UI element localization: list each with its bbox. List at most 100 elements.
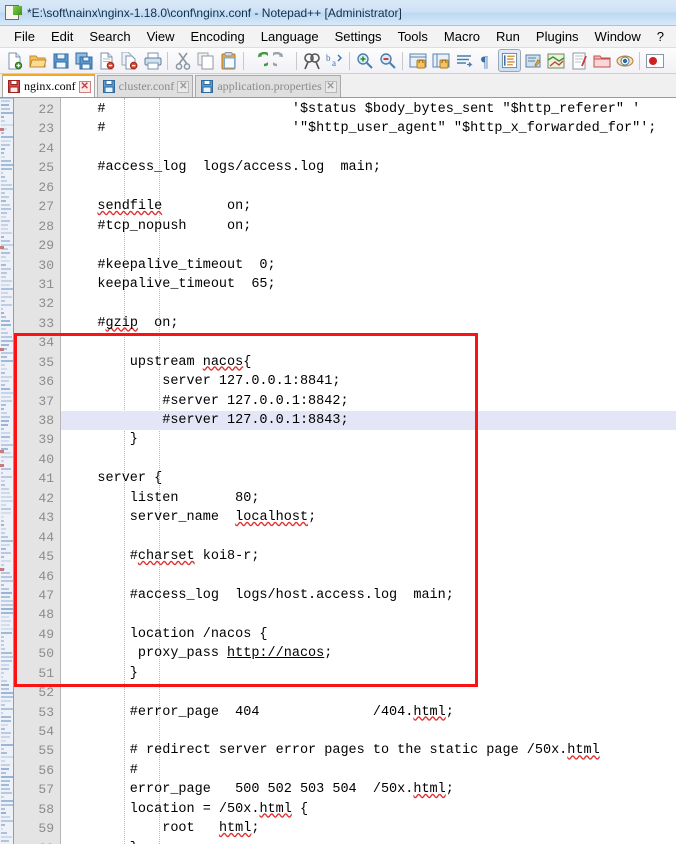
sync-horizontal-scroll-icon[interactable] [429, 49, 452, 72]
menu-item-tools[interactable]: Tools [390, 27, 436, 46]
tab-application-properties[interactable]: application.properties ✕ [195, 75, 341, 97]
code-line[interactable] [61, 139, 676, 158]
redo-icon[interactable] [270, 49, 293, 72]
tab-nginx-conf[interactable]: nginx.conf ✕ [2, 74, 95, 97]
monitoring-icon[interactable] [613, 49, 636, 72]
save-icon[interactable] [49, 49, 72, 72]
close-file-icon[interactable] [95, 49, 118, 72]
line-number: 46 [38, 568, 54, 584]
code-line[interactable]: #keepalive_timeout 0; [61, 256, 676, 275]
start-record-macro-icon[interactable] [643, 49, 666, 72]
toolbar: ba ¶ [0, 48, 676, 74]
tab-label: application.properties [217, 79, 322, 93]
code-line[interactable]: proxy_pass http://nacos; [61, 644, 676, 663]
svg-text:¶: ¶ [481, 54, 489, 70]
menu-item-language[interactable]: Language [253, 27, 327, 46]
folder-as-workspace-icon[interactable] [590, 49, 613, 72]
code-line[interactable]: # '$status $body_bytes_sent "$http_refer… [61, 100, 676, 119]
saved-doc-blue-icon [201, 80, 214, 93]
toolbar-separator [639, 51, 640, 70]
code-line[interactable]: location /nacos { [61, 625, 676, 644]
close-icon[interactable]: ✕ [177, 80, 190, 93]
menu-item-run[interactable]: Run [488, 27, 528, 46]
code-line[interactable]: error_page 500 502 503 504 /50x.html; [61, 780, 676, 799]
code-line[interactable] [61, 178, 676, 197]
code-line[interactable] [61, 567, 676, 586]
code-line[interactable]: #access_log logs/access.log main; [61, 158, 676, 177]
code-line[interactable] [61, 236, 676, 255]
code-line[interactable] [61, 294, 676, 313]
code-line[interactable]: server { [61, 469, 676, 488]
find-icon[interactable] [300, 49, 323, 72]
code-line[interactable]: sendfile on; [61, 197, 676, 216]
undo-icon[interactable] [247, 49, 270, 72]
code-line[interactable]: #access_log logs/host.access.log main; [61, 586, 676, 605]
code-line[interactable] [61, 450, 676, 469]
menu-item-search[interactable]: Search [81, 27, 138, 46]
code-line[interactable] [61, 722, 676, 741]
code-line[interactable] [61, 528, 676, 547]
close-icon[interactable]: ✕ [78, 80, 91, 93]
code-line[interactable]: keepalive_timeout 65; [61, 275, 676, 294]
menu-item-help[interactable]: ? [649, 27, 672, 46]
close-icon[interactable]: ✕ [324, 80, 337, 93]
menu-item-file[interactable]: File [6, 27, 43, 46]
code-line[interactable]: # '"$http_user_agent" "$http_x_forwarded… [61, 119, 676, 138]
code-line[interactable]: } [61, 839, 676, 844]
show-all-characters-icon[interactable]: ¶ [475, 49, 498, 72]
user-defined-language-icon[interactable] [521, 49, 544, 72]
code-line[interactable]: upstream nacos{ [61, 353, 676, 372]
zoom-in-icon[interactable] [353, 49, 376, 72]
code-line[interactable]: #error_page 404 /404.html; [61, 703, 676, 722]
menu-item-edit[interactable]: Edit [43, 27, 81, 46]
toolbar-separator [243, 51, 244, 70]
code-line[interactable]: } [61, 430, 676, 449]
line-number: 45 [38, 549, 54, 565]
copy-icon[interactable] [194, 49, 217, 72]
menu-item-window[interactable]: Window [587, 27, 649, 46]
code-line[interactable]: server_name localhost; [61, 508, 676, 527]
code-line[interactable] [61, 333, 676, 352]
code-line[interactable]: #server 127.0.0.1:8843; [61, 411, 676, 431]
show-indent-guide-icon[interactable] [498, 49, 521, 72]
menu-item-settings[interactable]: Settings [327, 27, 390, 46]
code-line[interactable]: server 127.0.0.1:8841; [61, 372, 676, 391]
code-line[interactable]: #server 127.0.0.1:8842; [61, 392, 676, 411]
code-line[interactable]: #charset koi8-r; [61, 547, 676, 566]
code-line[interactable]: #tcp_nopush on; [61, 217, 676, 236]
cut-icon[interactable] [171, 49, 194, 72]
line-number: 24 [38, 140, 54, 156]
word-wrap-icon[interactable] [452, 49, 475, 72]
open-file-icon[interactable] [26, 49, 49, 72]
line-number: 51 [38, 665, 54, 681]
menu-item-plugins[interactable]: Plugins [528, 27, 587, 46]
menu-item-macro[interactable]: Macro [436, 27, 488, 46]
code-line[interactable]: # [61, 761, 676, 780]
code-line[interactable]: } [61, 664, 676, 683]
new-file-icon[interactable] [3, 49, 26, 72]
code-line[interactable] [61, 683, 676, 702]
code-line[interactable]: root html; [61, 819, 676, 838]
paste-icon[interactable] [217, 49, 240, 72]
line-number: 22 [38, 102, 54, 117]
sync-vertical-scroll-icon[interactable] [406, 49, 429, 72]
code-line[interactable] [61, 605, 676, 624]
code-view[interactable]: # '$status $body_bytes_sent "$http_refer… [61, 98, 676, 844]
document-map-icon[interactable] [544, 49, 567, 72]
line-number: 27 [38, 199, 54, 215]
print-icon[interactable] [141, 49, 164, 72]
close-all-files-icon[interactable] [118, 49, 141, 72]
tab-cluster-conf[interactable]: cluster.conf ✕ [96, 75, 194, 97]
zoom-out-icon[interactable] [376, 49, 399, 72]
code-line[interactable]: location = /50x.html { [61, 800, 676, 819]
menu-item-view[interactable]: View [139, 27, 183, 46]
notepad-plus-plus-icon [4, 4, 22, 21]
code-line[interactable]: # redirect server error pages to the sta… [61, 741, 676, 760]
code-line[interactable]: listen 80; [61, 489, 676, 508]
replace-icon[interactable]: ba [323, 49, 346, 72]
code-line[interactable]: #gzip on; [61, 314, 676, 333]
function-list-icon[interactable] [567, 49, 590, 72]
menu-item-encoding[interactable]: Encoding [183, 27, 253, 46]
document-map[interactable] [0, 98, 14, 844]
save-all-icon[interactable] [72, 49, 95, 72]
